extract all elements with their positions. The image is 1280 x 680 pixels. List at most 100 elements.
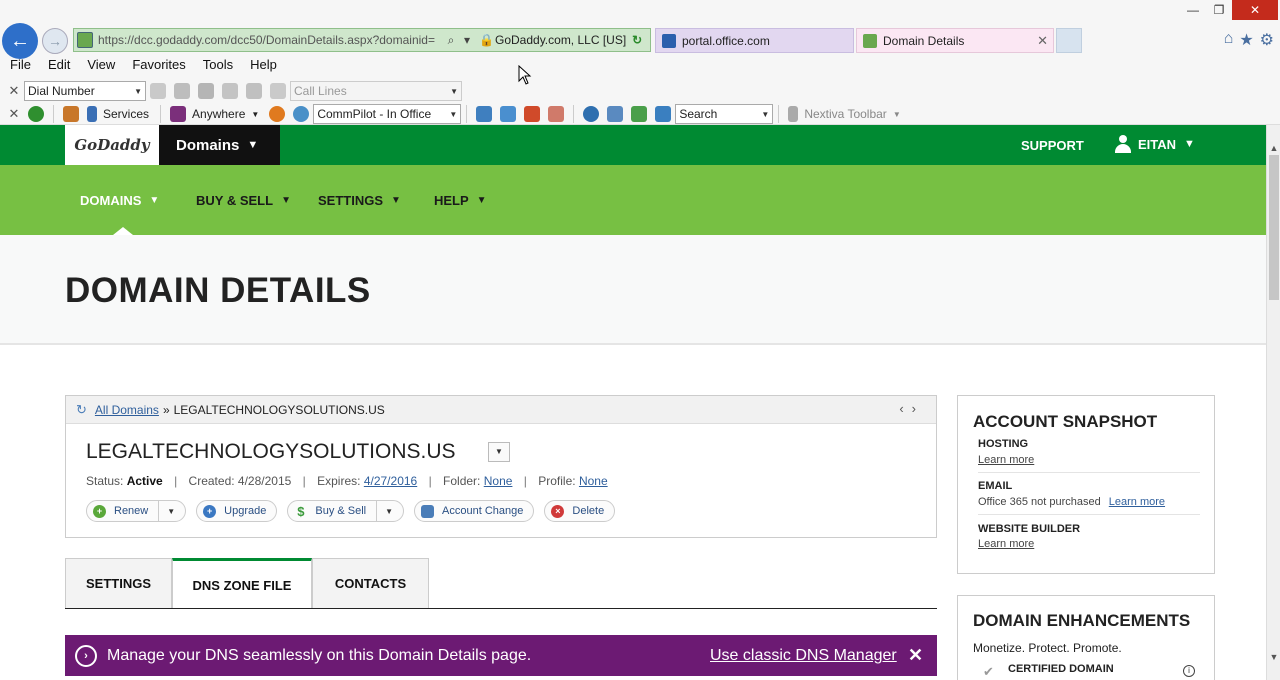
profile-link[interactable]: None [579,474,608,488]
commpilot-icon[interactable] [293,106,310,122]
menu-tools[interactable]: Tools [203,57,233,72]
link-icon[interactable] [270,83,286,99]
buy-sell-button[interactable]: $ Buy & Sell ▼ [287,500,405,522]
scroll-thumb[interactable] [1269,155,1279,300]
call-lines-select[interactable]: Call Lines ▼ [290,81,462,101]
subnav-help[interactable]: HELP ▼ [434,193,487,208]
user-icon [1114,135,1132,153]
dial-number-select[interactable]: Dial Number ▼ [24,81,146,101]
restore-button[interactable]: ❐ [1206,0,1232,20]
menu-favorites[interactable]: Favorites [132,57,185,72]
refresh-icon[interactable]: ↻ [632,33,642,47]
subnav-domains[interactable]: DOMAINS ▼ [80,193,159,208]
tab-title: portal.office.com [682,33,770,48]
dropdown-icon[interactable]: ▾ [459,33,475,47]
domain-enhancements-card: DOMAIN ENHANCEMENTS Monetize. Protect. P… [957,595,1215,680]
divider [978,472,1200,473]
certified-domain-item[interactable]: CERTIFIED DOMAIN [1008,663,1114,675]
domain-dropdown-button[interactable]: ▼ [488,442,510,462]
url-text[interactable]: https://dcc.godaddy.com/dcc50/DomainDeta… [98,33,443,47]
subnav-settings[interactable]: SETTINGS ▼ [318,193,401,208]
presence-icon[interactable] [269,106,286,122]
settings-gear-icon[interactable]: ⚙ [1260,30,1274,50]
power-icon[interactable] [28,106,44,122]
contact-add-icon[interactable] [500,106,517,122]
checkmark-icon: ✔ [983,664,994,679]
divider [978,514,1200,515]
pause-icon[interactable] [174,83,190,99]
users-icon[interactable] [655,106,672,122]
phone-icon[interactable] [150,83,166,99]
transfer-icon[interactable] [198,83,214,99]
domains-product-menu[interactable]: Domains ▼ [159,125,280,165]
certificate-label[interactable]: GoDaddy.com, LLC [US] [495,33,626,47]
group-icon[interactable] [631,106,648,122]
globe-icon[interactable] [583,106,600,122]
toolbar-search-select[interactable]: Search ▼ [675,104,774,124]
builder-learn-more-link[interactable]: Learn more [978,538,1034,550]
search-icon[interactable]: ⌕ [443,33,459,48]
user-menu[interactable]: EITAN ▼ [1114,135,1195,153]
account-change-button[interactable]: Account Change [414,500,535,522]
hosting-learn-more-link[interactable]: Learn more [978,454,1034,466]
menu-edit[interactable]: Edit [48,57,70,72]
scroll-down-icon[interactable]: ▼ [1267,652,1280,662]
menu-file[interactable]: File [10,57,31,72]
delete-button[interactable]: × Delete [544,500,616,522]
expires-link[interactable]: 4/27/2016 [364,474,417,488]
domains-product-label: Domains [176,136,240,154]
new-tab-button[interactable] [1056,28,1082,53]
menu-help[interactable]: Help [250,57,277,72]
back-button[interactable]: ← [2,23,38,59]
minimize-button[interactable]: — [1180,0,1206,20]
tab-dns-zone-file[interactable]: DNS ZONE FILE [172,558,312,609]
nextiva-toolbar-menu[interactable]: Nextiva Toolbar [804,107,887,121]
renew-button[interactable]: + Renew ▼ [86,500,187,522]
renew-dropdown-icon[interactable]: ▼ [158,501,175,521]
menu-view[interactable]: View [87,57,115,72]
close-toolbar-icon[interactable]: ✕ [4,106,24,122]
info-icon[interactable]: i [1183,665,1195,677]
email-learn-more-link[interactable]: Learn more [1109,496,1165,508]
buy-sell-dropdown-icon[interactable]: ▼ [376,501,393,521]
commpilot-select[interactable]: CommPilot - In Office ▼ [313,104,462,124]
tab-domain-details[interactable]: Domain Details ✕ [856,28,1054,53]
tab-settings[interactable]: SETTINGS [65,558,172,609]
chevron-left-icon[interactable]: ‹ [899,401,911,416]
scroll-up-icon[interactable]: ▲ [1267,143,1280,153]
toolbar-separator [160,105,162,123]
tab-contacts[interactable]: CONTACTS [312,558,429,609]
conference-icon[interactable] [246,83,262,99]
tab-portal-office[interactable]: portal.office.com [655,28,854,53]
page-scrollbar[interactable]: ▲ ▼ [1266,125,1280,680]
home-icon[interactable]: ⌂ [1224,30,1234,50]
favorites-star-icon[interactable]: ★ [1239,30,1253,50]
tab-close-icon[interactable]: ✕ [1037,33,1048,49]
address-bar[interactable]: https://dcc.godaddy.com/dcc50/DomainDeta… [73,28,651,52]
services-menu[interactable]: Services [103,107,149,121]
skip-icon[interactable] [222,83,238,99]
anywhere-menu[interactable]: Anywhere [192,107,245,121]
page-header: DOMAIN DETAILS [0,235,1266,345]
godaddy-logo[interactable]: GoDaddy [65,125,159,165]
support-link[interactable]: SUPPORT [1021,138,1084,153]
refresh-icon[interactable]: ↻ [76,402,87,418]
forward-button[interactable]: → [42,28,68,54]
upgrade-icon: + [203,504,217,518]
classic-dns-manager-link[interactable]: Use classic DNS Manager [710,647,897,665]
directory-icon[interactable] [607,106,624,122]
account-snapshot-card: ACCOUNT SNAPSHOT HOSTING Learn more EMAI… [957,395,1215,574]
settings-icon[interactable] [63,106,79,122]
close-toolbar-icon[interactable]: ✕ [4,83,24,99]
chevron-right-icon[interactable]: › [912,401,924,416]
folder-link[interactable]: None [484,474,513,488]
subnav-buy-sell[interactable]: BUY & SELL ▼ [196,193,291,208]
all-domains-link[interactable]: All Domains [95,403,159,417]
contact-away-icon[interactable] [548,106,565,122]
lock-icon[interactable]: 🔒 [479,33,494,47]
upgrade-button[interactable]: + Upgrade [196,500,278,522]
contact-icon[interactable] [476,106,493,122]
banner-close-icon[interactable]: ✕ [908,645,923,666]
contact-busy-icon[interactable] [524,106,541,122]
window-close-button[interactable]: ✕ [1232,0,1278,20]
